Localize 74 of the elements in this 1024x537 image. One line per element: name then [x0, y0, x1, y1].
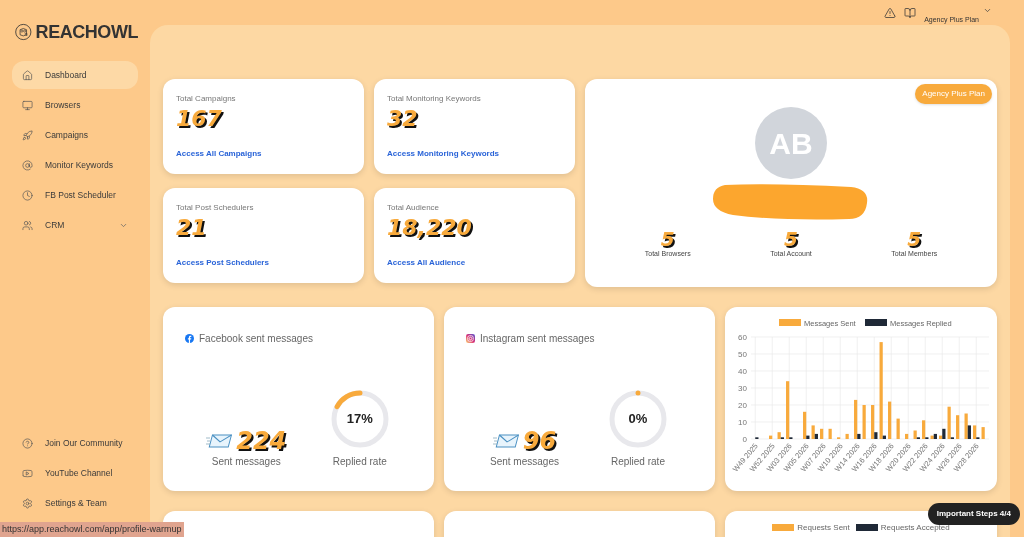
bar [888, 401, 892, 439]
sidebar-item[interactable]: CRM [12, 211, 138, 239]
envelope-icon [206, 433, 233, 449]
sidebar-item[interactable]: Monitor Keywords [12, 151, 138, 179]
sent-label: Sent messages [490, 455, 559, 469]
rate-value: 17% [346, 410, 373, 429]
legend-swatch [779, 319, 801, 326]
stat-title: Total Post Schedulers [176, 202, 255, 214]
book-icon[interactable] [904, 6, 917, 19]
bar [896, 418, 900, 439]
stat-title: Total Monitoring Keywords [387, 93, 482, 105]
stat-link[interactable]: Access Post Schedulers [176, 257, 351, 283]
rocket-icon [22, 129, 33, 141]
sidebar-item[interactable]: Join Our Community [12, 429, 138, 457]
legend-label: Requests Sent [797, 523, 850, 532]
sidebar-item[interactable]: Browsers [12, 91, 138, 119]
y-tick-label: 30 [738, 384, 747, 393]
important-steps-button[interactable]: Important Steps 4/4 [927, 503, 1020, 525]
card-title: Facebook sent messages [199, 332, 313, 346]
at-sign-icon [22, 159, 33, 171]
stat-value: 18,220 [387, 214, 473, 242]
sent-label: Sent messages [211, 455, 281, 469]
y-tick-label: 20 [738, 401, 747, 410]
facebook-icon [185, 334, 194, 343]
bar [769, 435, 773, 439]
users-icon [22, 219, 33, 231]
stat-value: 32 [387, 105, 419, 133]
count-value: 5 [907, 229, 922, 249]
card-title: Instagram sent messages [480, 332, 595, 346]
y-tick-label: 40 [738, 367, 747, 376]
chevron-down-icon[interactable] [983, 6, 992, 15]
warning-icon[interactable] [884, 6, 897, 19]
home-icon [22, 69, 33, 81]
help-icon [22, 437, 33, 449]
stat-value: 167 [176, 105, 223, 133]
instagram-icon [466, 334, 475, 343]
sent-count: 224 [236, 428, 287, 454]
bar [828, 428, 832, 439]
plan-badge: Agency Plus Plan [915, 84, 992, 104]
sidebar-item[interactable]: FB Post Scheduler [12, 181, 138, 209]
progress-ring [607, 388, 669, 450]
video-icon [22, 467, 33, 479]
sidebar-item[interactable]: Campaigns [12, 121, 138, 149]
legend-label: Requests Accepted [880, 523, 950, 532]
monitor-icon [22, 99, 33, 111]
y-tick-label: 60 [738, 333, 747, 342]
y-tick-label: 10 [738, 418, 747, 427]
sidebar-item[interactable]: Settings & Team [12, 489, 138, 517]
stat-title: Total Campaigns [176, 93, 237, 105]
stat-value: 21 [176, 214, 208, 242]
bar [820, 428, 824, 439]
y-tick-label: 50 [738, 350, 747, 359]
rate-label: Replied rate [611, 455, 665, 469]
count-value: 5 [660, 229, 675, 249]
bar [905, 433, 909, 439]
stat-link[interactable]: Access All Campaigns [176, 148, 351, 174]
settings-icon [22, 497, 33, 509]
clock-icon [22, 189, 33, 201]
rate-label: Replied rate [332, 455, 387, 469]
stat-link[interactable]: Access All Audience [387, 257, 562, 283]
bar [845, 433, 849, 439]
stat-title: Total Audience [387, 202, 441, 214]
envelope-icon [492, 433, 519, 449]
legend-swatch [865, 319, 887, 326]
bar [956, 415, 960, 439]
y-tick-label: 0 [742, 435, 747, 444]
status-url: https://app.reachowl.com/app/profile-warmup [0, 521, 184, 537]
count-value: 5 [784, 229, 798, 249]
sent-count: 96 [522, 428, 557, 454]
rate-value: 0% [628, 410, 648, 429]
brand-name: REACHOWL [35, 20, 138, 44]
sidebar-item[interactable]: Dashboard [12, 61, 138, 89]
sidebar-item[interactable]: YouTube Channel [12, 459, 138, 487]
stat-link[interactable]: Access Monitoring Keywords [387, 148, 562, 174]
